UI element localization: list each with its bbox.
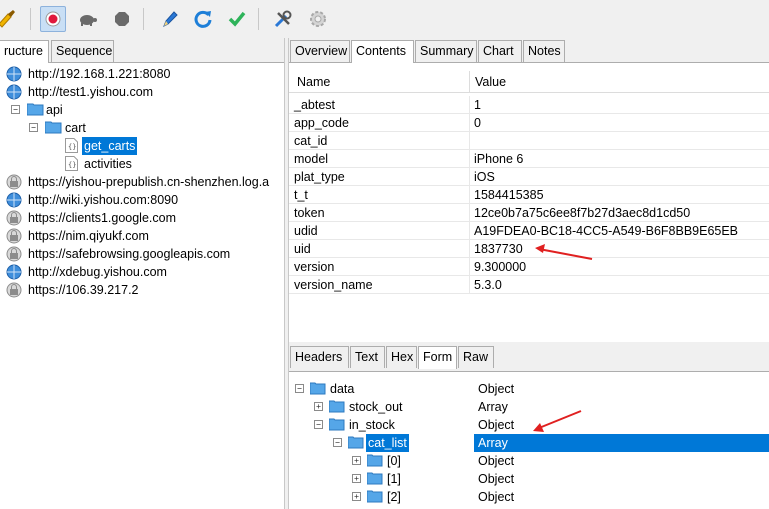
tab-overview[interactable]: Overview: [290, 40, 350, 62]
folder-icon: [366, 454, 383, 467]
tree-item-folder[interactable]: − cart: [0, 119, 284, 137]
tree-node[interactable]: − data Object: [289, 380, 769, 398]
tree-item-host[interactable]: http://xdebug.yishou.com: [0, 263, 284, 281]
table-row[interactable]: app_code 0: [289, 114, 769, 132]
lock-globe-icon: [6, 282, 22, 303]
tab-hex[interactable]: Hex: [386, 346, 417, 368]
tab-raw[interactable]: Raw: [458, 346, 494, 368]
settings-icon[interactable]: [305, 6, 331, 32]
grid-header: Name Value: [289, 71, 769, 93]
tree-node[interactable]: + [0] Object: [289, 452, 769, 470]
tree-item-host[interactable]: https://safebrowsing.googleapis.com: [0, 245, 284, 263]
collapse-toggle[interactable]: −: [295, 384, 304, 393]
table-row[interactable]: udid A19FDEA0-BC18-4CC5-A549-B6F8BB9E65EB: [289, 222, 769, 240]
tree-item-host[interactable]: http://192.168.1.221:8080: [0, 65, 284, 83]
tree-item-folder[interactable]: − api: [0, 101, 284, 119]
table-row[interactable]: version_name 5.3.0: [289, 276, 769, 294]
table-row[interactable]: token 12ce0b7a75c6ee8f7b27d3aec8d1cd50: [289, 204, 769, 222]
svg-text:{}: {}: [68, 161, 76, 169]
column-header-name[interactable]: Name: [297, 75, 330, 89]
expand-toggle[interactable]: +: [352, 474, 361, 483]
column-header-value[interactable]: Value: [475, 75, 506, 89]
tree-item-host[interactable]: https://clients1.google.com: [0, 209, 284, 227]
form-tree: − data Object + stock_out Array − in_sto…: [289, 371, 769, 509]
table-row[interactable]: cat_id: [289, 132, 769, 150]
tab-summary[interactable]: Summary: [415, 40, 477, 62]
record-icon[interactable]: [40, 6, 66, 32]
folder-icon: [366, 472, 383, 485]
tree-item-host[interactable]: https://yishou-prepublish.cn-shenzhen.lo…: [0, 173, 284, 191]
toolbar: [0, 0, 769, 38]
tree-item-host[interactable]: http://test1.yishou.com: [0, 83, 284, 101]
collapse-toggle[interactable]: −: [333, 438, 342, 447]
host-tree: http://192.168.1.221:8080 http://test1.y…: [0, 62, 284, 509]
stop-icon[interactable]: [109, 6, 135, 32]
tree-node[interactable]: + [1] Object: [289, 470, 769, 488]
folder-icon: [366, 490, 383, 503]
tree-node[interactable]: + [2] Object: [289, 488, 769, 506]
annotation-arrow: [535, 244, 593, 260]
folder-icon: [328, 418, 345, 431]
collapse-toggle[interactable]: −: [314, 420, 323, 429]
tab-form[interactable]: Form: [418, 346, 457, 369]
annotation-arrow: [533, 410, 582, 432]
table-row[interactable]: plat_type iOS: [289, 168, 769, 186]
collapse-toggle[interactable]: −: [29, 123, 38, 132]
expand-toggle[interactable]: +: [352, 492, 361, 501]
folder-icon: [347, 436, 364, 449]
turtle-icon[interactable]: [75, 6, 101, 32]
tree-item-request[interactable]: {} activities: [0, 155, 284, 173]
tree-item-request[interactable]: {} get_carts: [0, 137, 284, 155]
tree-item-host[interactable]: http://wiki.yishou.com:8090: [0, 191, 284, 209]
table-row[interactable]: _abtest 1: [289, 96, 769, 114]
tab-chart[interactable]: Chart: [478, 40, 522, 62]
tab-contents[interactable]: Contents: [351, 40, 414, 63]
folder-icon: [328, 400, 345, 413]
tree-item-host[interactable]: https://106.39.217.2: [0, 281, 284, 299]
collapse-toggle[interactable]: −: [11, 105, 20, 114]
detail-tab-bar: Overview Contents Summary Chart Notes: [289, 40, 769, 63]
tab-text[interactable]: Text: [350, 346, 385, 368]
tab-sequence[interactable]: Sequence: [51, 40, 114, 62]
table-row[interactable]: model iPhone 6: [289, 150, 769, 168]
structure-pane: ructure Sequence http://192.168.1.221:80…: [0, 38, 284, 509]
tree-item-host[interactable]: https://nim.qiyukf.com: [0, 227, 284, 245]
detail-pane: Overview Contents Summary Chart Notes Na…: [289, 38, 769, 509]
form-tab-bar: Headers Text Hex Form Raw: [289, 346, 769, 369]
tab-notes[interactable]: Notes: [523, 40, 565, 62]
tab-headers[interactable]: Headers: [290, 346, 349, 368]
pen-icon[interactable]: [157, 6, 183, 32]
expand-toggle[interactable]: +: [314, 402, 323, 411]
left-tab-bar: ructure Sequence: [0, 40, 284, 63]
lock-globe-icon: [6, 174, 22, 191]
svg-text:{}: {}: [68, 143, 76, 151]
check-icon[interactable]: [224, 6, 250, 32]
expand-toggle[interactable]: +: [352, 456, 361, 465]
broom-icon[interactable]: [0, 6, 20, 32]
folder-icon: [309, 382, 326, 395]
tools-icon[interactable]: [270, 6, 296, 32]
tab-structure[interactable]: ructure: [0, 40, 49, 63]
table-row[interactable]: t_t 1584415385: [289, 186, 769, 204]
refresh-icon[interactable]: [190, 6, 216, 32]
params-grid: Name Value _abtest 1 app_code 0 cat_id mod…: [289, 62, 769, 342]
